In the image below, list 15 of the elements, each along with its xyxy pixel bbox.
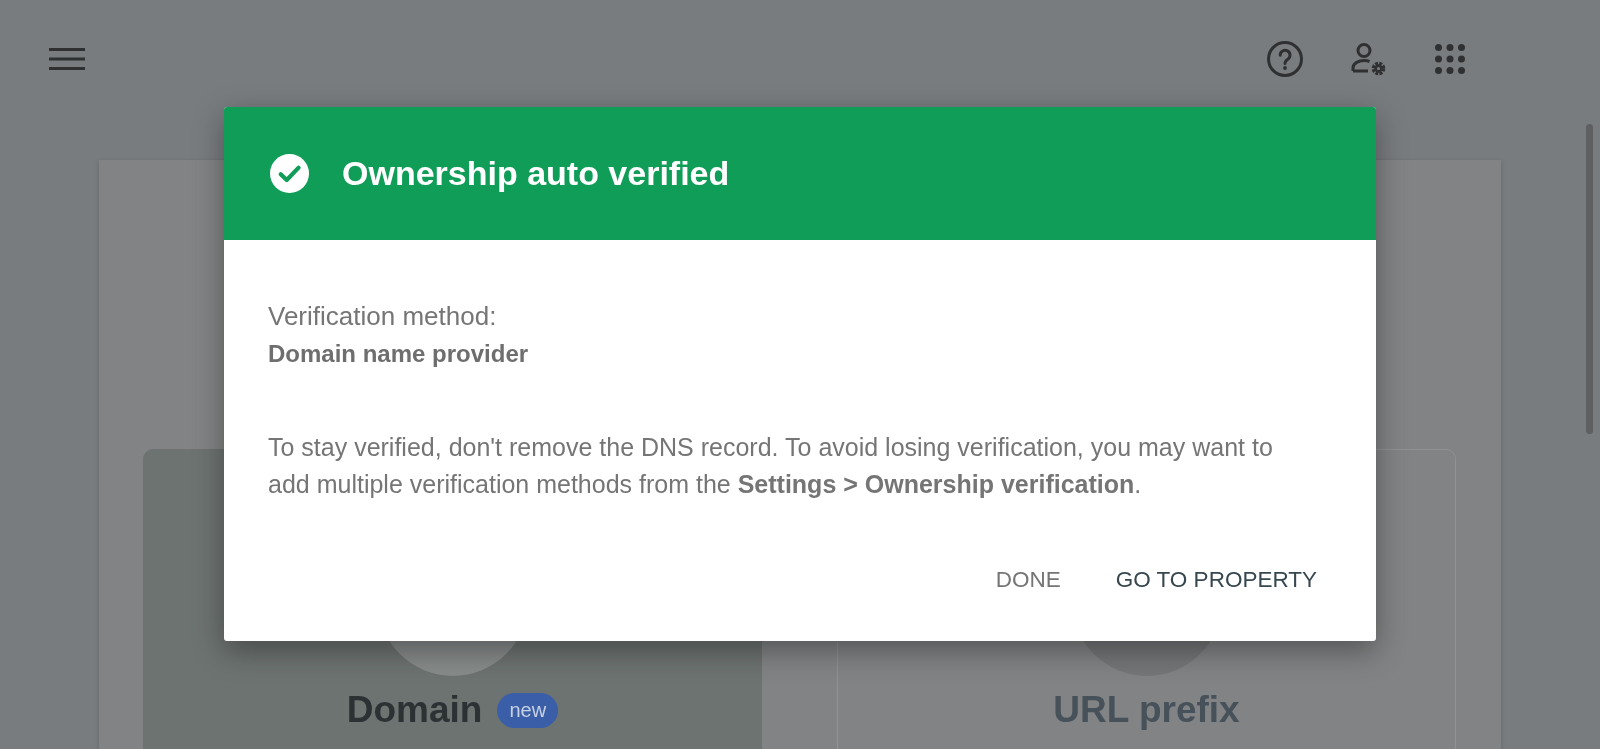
done-button[interactable]: DONE — [979, 556, 1077, 604]
method-value: Domain name provider — [268, 339, 529, 369]
dialog-message: To stay verified, don't remove the DNS record. To avoid losing verification, you may want to add multiple verification methods from the Settings > Ownership verification. — [268, 432, 1274, 500]
go-to-property-button[interactable]: GO TO PROPERTY — [1099, 556, 1333, 604]
property-type-title: Domain — [346, 690, 483, 730]
apps-grid-icon[interactable] — [1435, 44, 1465, 74]
method-label: Verification method: — [268, 300, 497, 333]
help-icon[interactable] — [1267, 41, 1303, 77]
menu-icon[interactable] — [49, 48, 85, 70]
check-circle-icon — [270, 154, 309, 193]
dialog-title: Ownership auto verified — [342, 154, 730, 193]
property-type-title: URL prefix — [1053, 690, 1240, 730]
new-badge: new — [497, 692, 559, 728]
person-gear-icon[interactable] — [1351, 41, 1387, 77]
scrollbar-thumb[interactable] — [1586, 124, 1593, 434]
